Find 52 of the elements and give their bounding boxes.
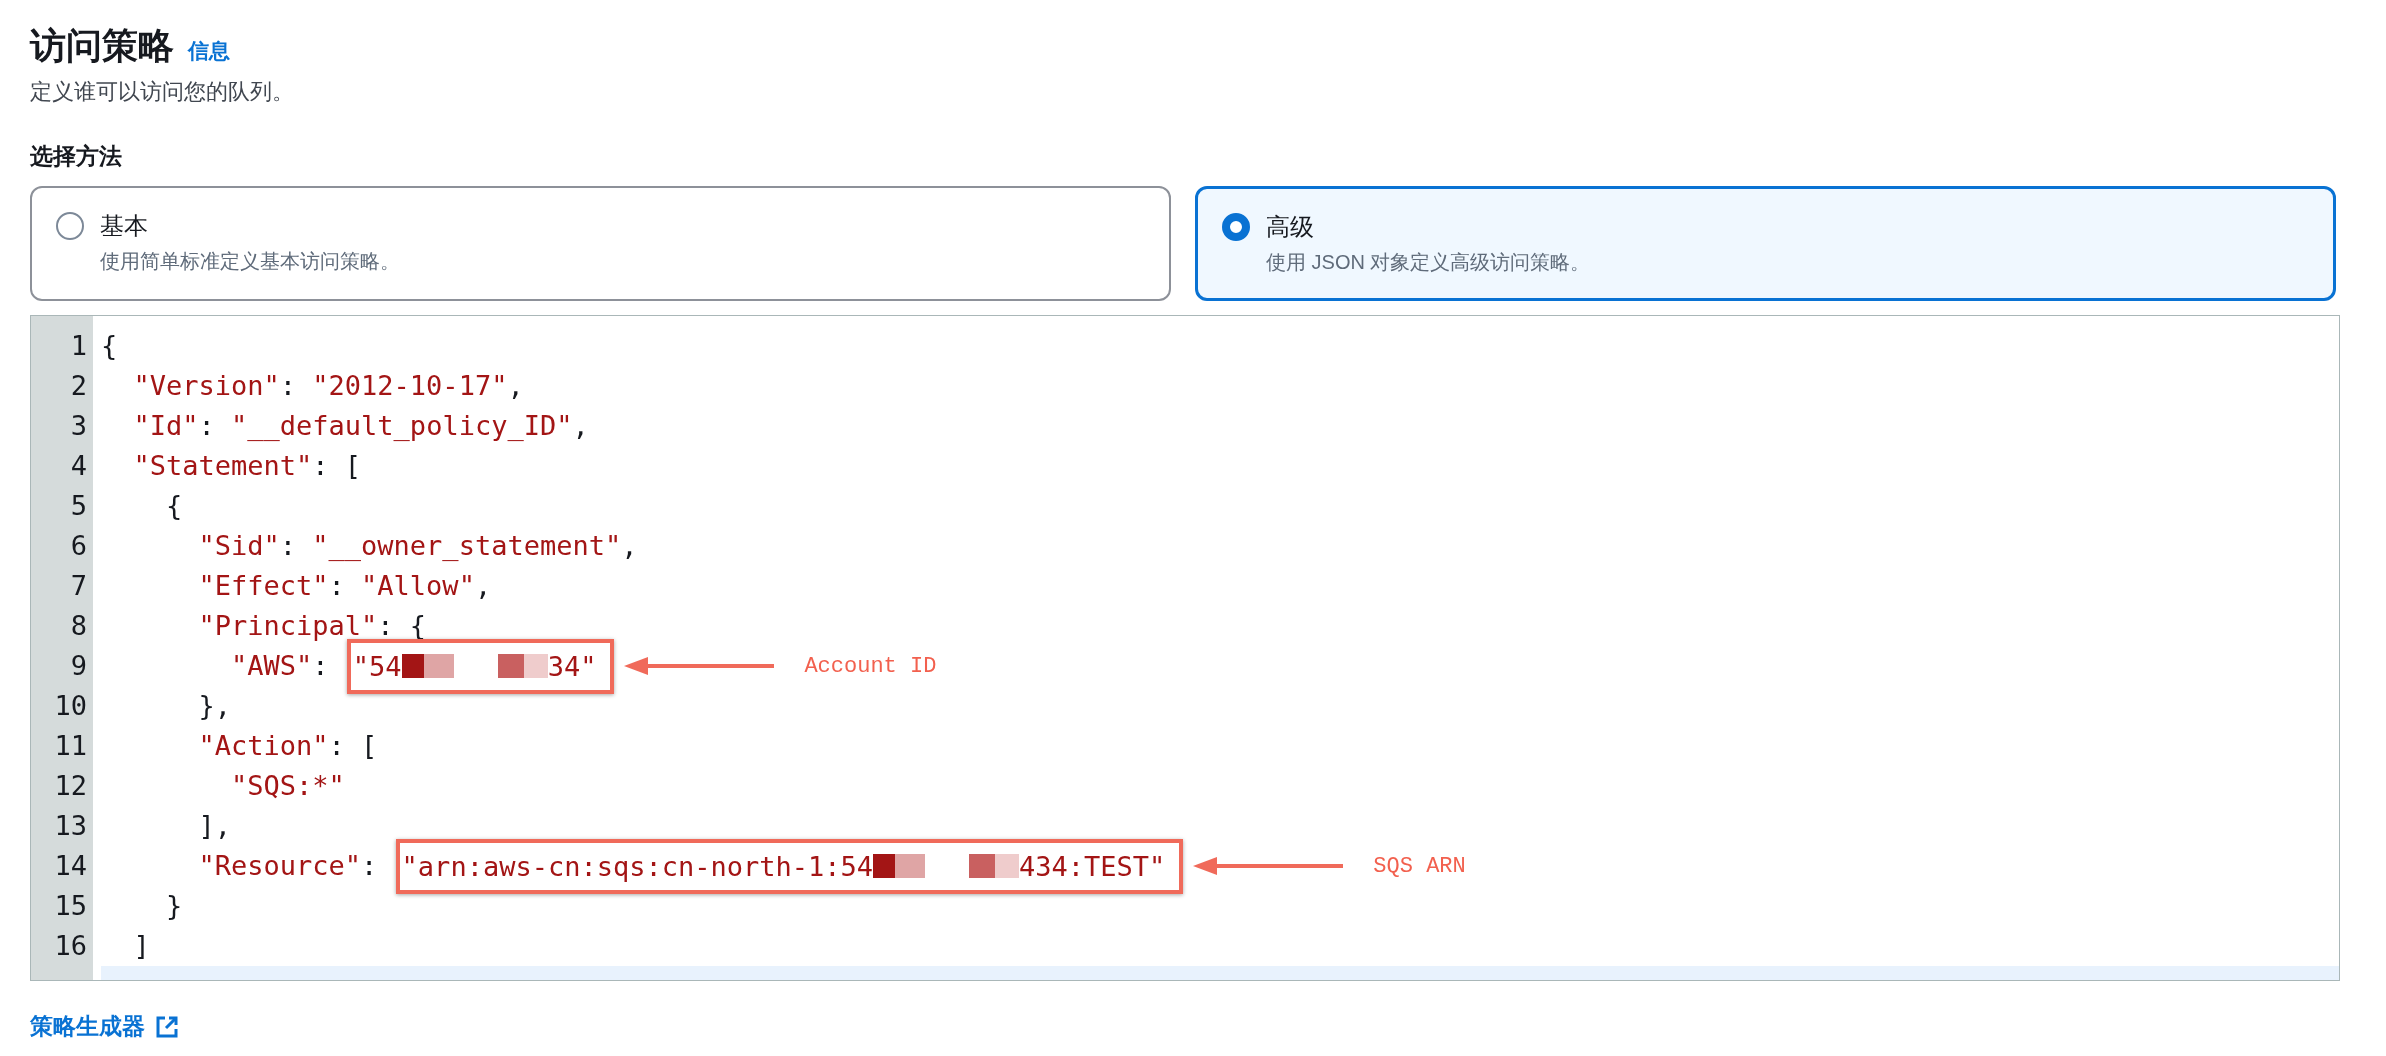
line-number: 7: [69, 569, 88, 603]
line-number: 13: [53, 809, 88, 843]
line-number: 4: [69, 449, 88, 483]
info-link[interactable]: 信息: [188, 37, 230, 65]
line-number: 6: [69, 529, 88, 563]
code-line: "Version": "2012-10-17",: [132, 369, 524, 403]
option-title: 高级: [1266, 212, 1315, 242]
code-line: "Resource":: [197, 849, 379, 883]
line-number: 11: [53, 729, 88, 763]
callout-label: Account ID: [804, 653, 937, 679]
line-number: 9: [69, 649, 88, 683]
code-line: {: [101, 329, 118, 363]
arrow-icon: [624, 656, 775, 676]
option-description: 使用 JSON 对象定义高级访问策略。: [1266, 250, 1591, 275]
code-line: ],: [197, 809, 232, 843]
line-number: 16: [53, 929, 88, 963]
code-line: }: [165, 889, 183, 923]
line-number: 14: [53, 849, 88, 883]
code-editor[interactable]: [30, 315, 2340, 981]
code-line: "SQS:*": [230, 769, 345, 803]
radio-button[interactable]: [1222, 213, 1250, 241]
code-line: {: [165, 489, 183, 523]
line-number: 12: [53, 769, 88, 803]
radio-card[interactable]: 基本 使用简单标准定义基本访问策略。: [30, 186, 1171, 301]
highlight-box: "54 34": [346, 638, 615, 694]
line-number: 8: [69, 609, 88, 643]
option-description: 使用简单标准定义基本访问策略。: [100, 249, 400, 274]
field-label: 选择方法: [30, 142, 123, 171]
line-number: 15: [53, 889, 88, 923]
policy-generator-link[interactable]: 策略生成器: [30, 1011, 179, 1042]
code-line: "Effect": "Allow",: [197, 569, 492, 603]
line-number: 1: [69, 329, 88, 363]
code-line: "AWS":: [230, 649, 330, 683]
code-line: "Id": "__default_policy_ID",: [132, 409, 589, 443]
section-title: 访问策略: [30, 24, 174, 68]
code-line: },: [197, 689, 232, 723]
radio-button[interactable]: [56, 212, 84, 240]
highlight-box: "arn:aws-cn:sqs:cn-north-1:54 434:TEST": [395, 838, 1184, 894]
arrow-icon: [1193, 856, 1344, 876]
line-number: 3: [69, 409, 88, 443]
callout-label: SQS ARN: [1373, 853, 1466, 879]
code-line: ]: [132, 929, 150, 963]
option-title: 基本: [100, 211, 149, 241]
line-number: 10: [53, 689, 88, 723]
section-description: 定义谁可以访问您的队列。: [30, 78, 295, 106]
code-line: "Action": [: [197, 729, 378, 763]
line-number: 5: [69, 489, 88, 523]
external-link-icon: [155, 1014, 179, 1039]
line-number: 2: [69, 369, 88, 403]
code-line: "Statement": [: [132, 449, 362, 483]
radio-card[interactable]: 高级 使用 JSON 对象定义高级访问策略。: [1195, 186, 2336, 301]
code-line: "Sid": "__owner_statement",: [197, 529, 638, 563]
